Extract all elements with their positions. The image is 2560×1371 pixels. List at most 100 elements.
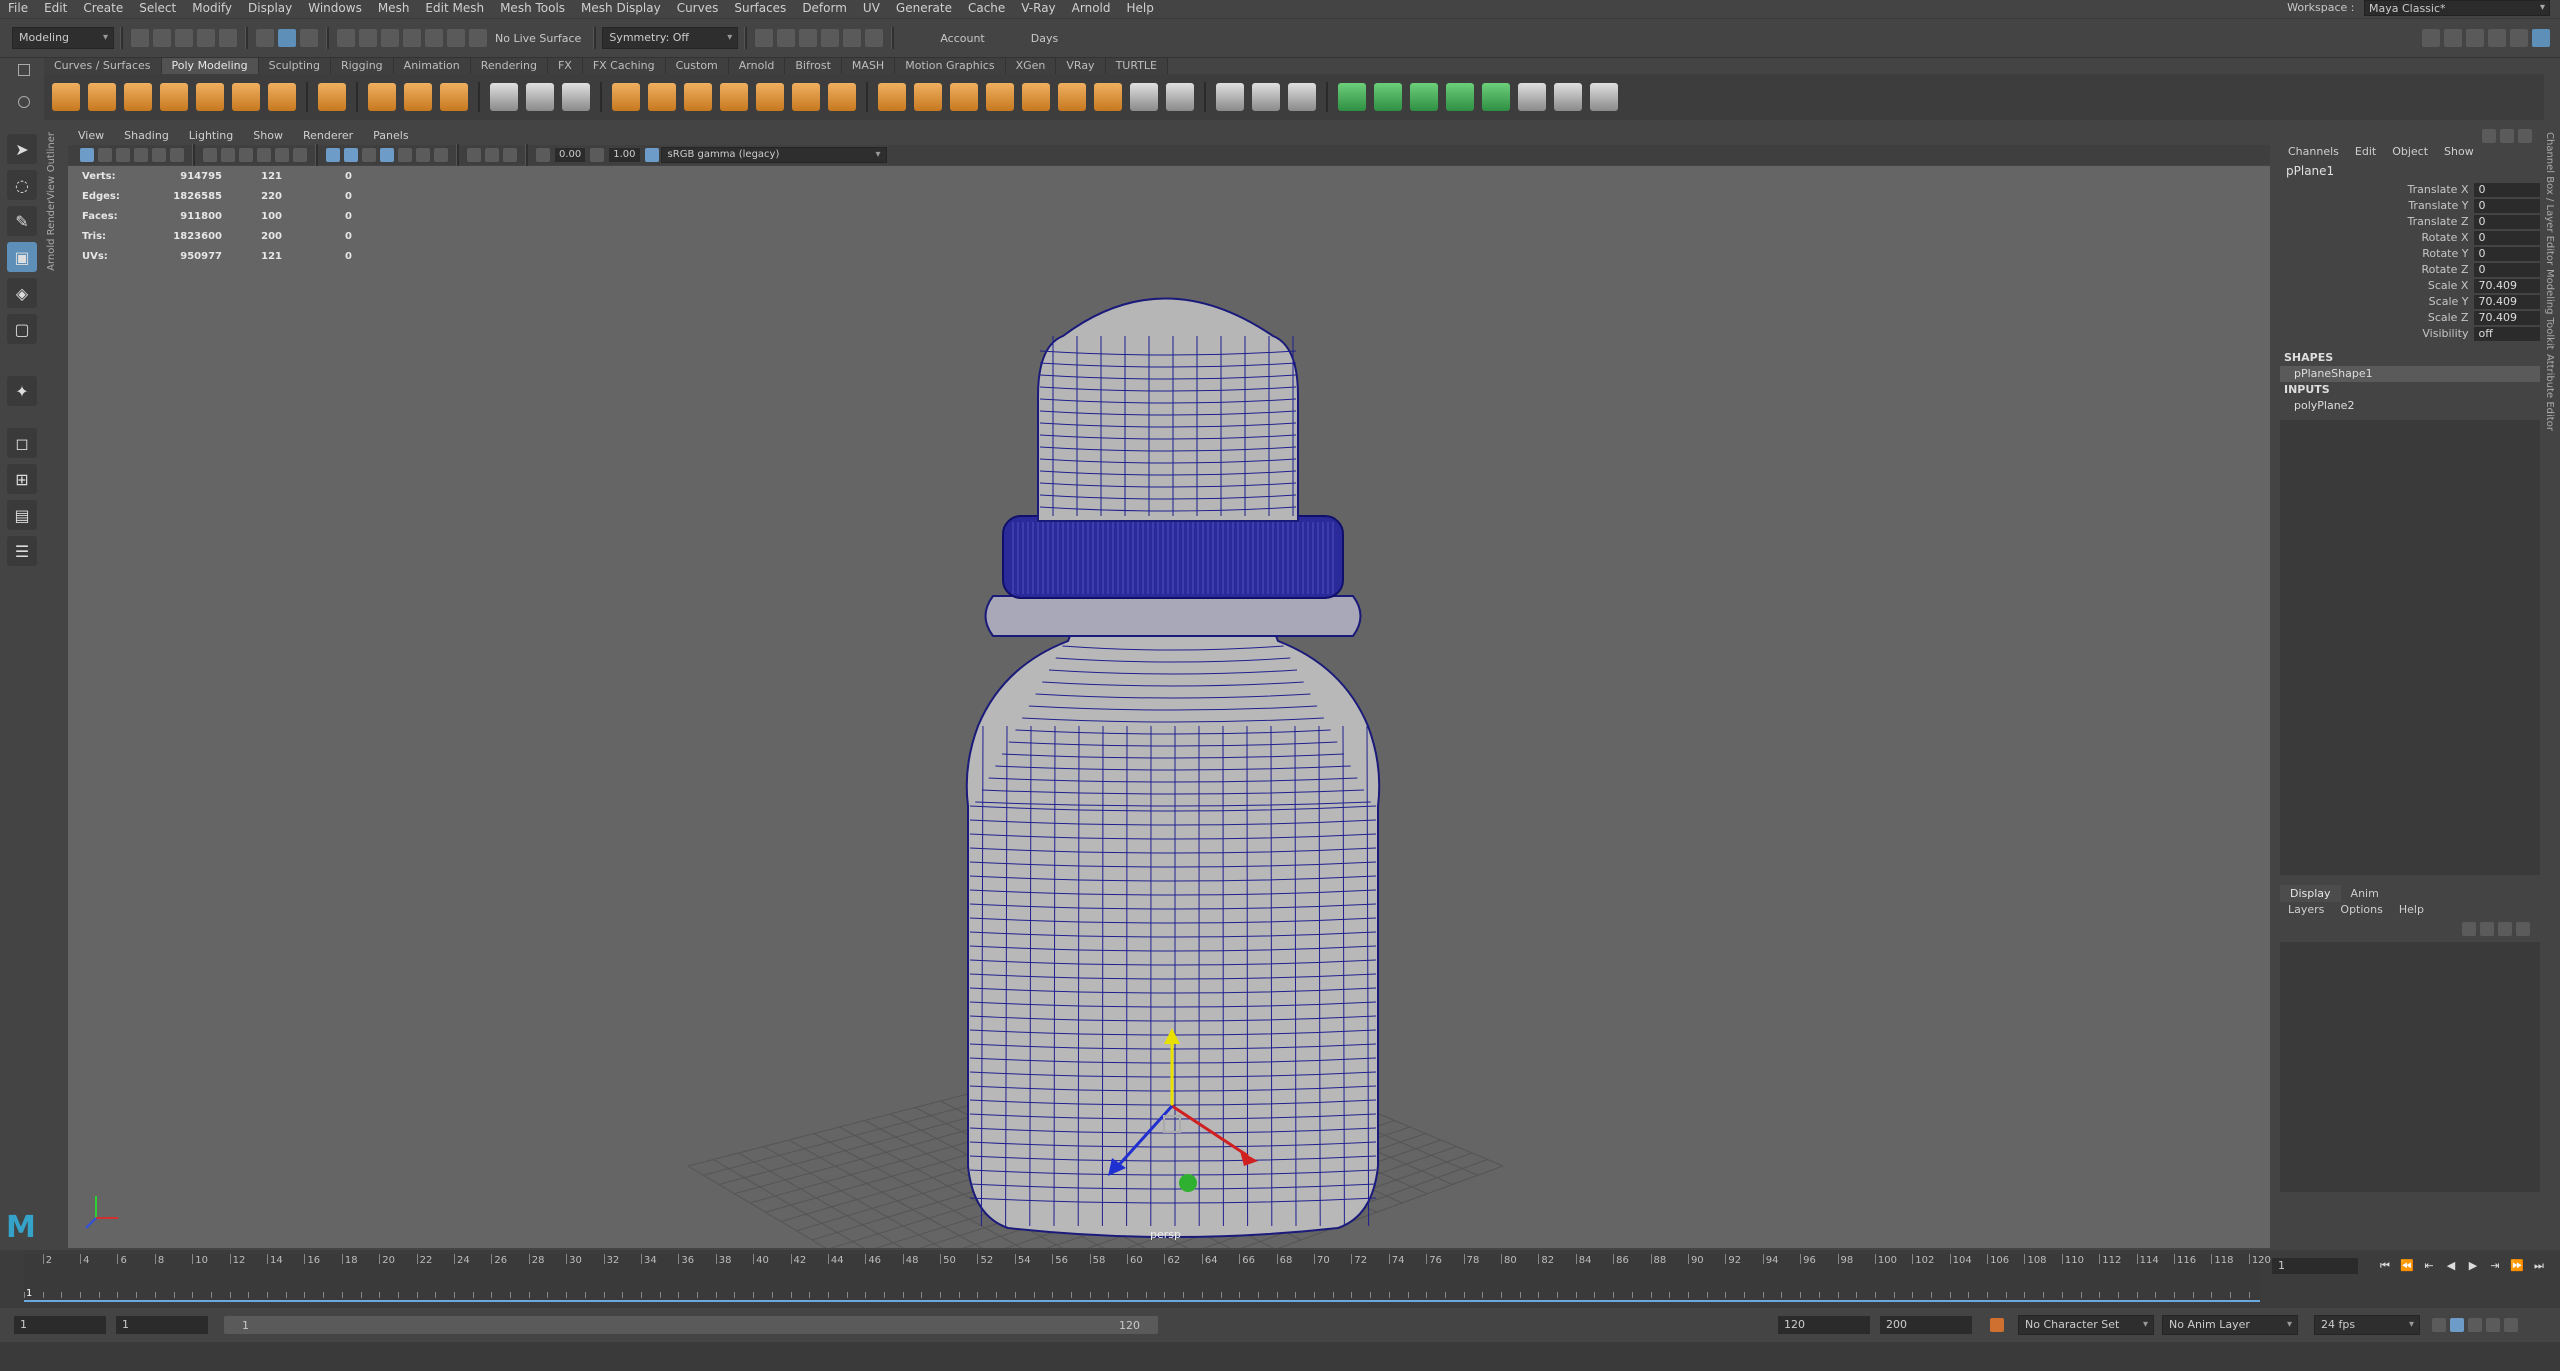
attribute-name[interactable]: Scale Z	[2280, 310, 2474, 326]
exposure-field[interactable]: 0.00	[555, 148, 586, 162]
menu-generate[interactable]: Generate	[888, 0, 960, 16]
rotate-tool-icon[interactable]: ◈	[7, 278, 37, 308]
menu-display[interactable]: Display	[240, 0, 300, 16]
use-all-lights-icon[interactable]	[416, 148, 430, 162]
attribute-name[interactable]: Rotate Z	[2280, 262, 2474, 278]
playback-end-field[interactable]: 120	[1778, 1316, 1870, 1334]
wedge-icon[interactable]	[1058, 83, 1086, 111]
target-weld-icon[interactable]	[1166, 83, 1194, 111]
layout-outliner-icon[interactable]	[2510, 29, 2528, 47]
step-forward-frame-icon[interactable]: ⇥	[2487, 1258, 2503, 1274]
textured-icon[interactable]	[398, 148, 412, 162]
menu-uv[interactable]: UV	[855, 0, 888, 16]
save-scene-icon[interactable]	[175, 29, 193, 47]
shelf-menu-toggle[interactable]	[14, 58, 36, 120]
perspective-viewport[interactable]: Verts: 914795 121 0 Edges: 1826585 220 0 Faces: 9…	[68, 166, 2270, 1248]
select-component-icon[interactable]	[300, 29, 318, 47]
uv-spherical-icon[interactable]	[1410, 83, 1438, 111]
select-object-icon[interactable]	[278, 29, 296, 47]
loop-icon[interactable]	[2432, 1318, 2446, 1332]
scene-start-field[interactable]: 1	[14, 1316, 106, 1334]
attribute-row[interactable]: Scale Z 70.409	[2280, 310, 2540, 326]
playback-prefs-icon[interactable]	[2486, 1318, 2500, 1332]
super-shape-icon[interactable]	[368, 83, 396, 111]
snap-point-icon[interactable]	[381, 29, 399, 47]
field-chart-icon[interactable]	[275, 148, 289, 162]
safe-action-icon[interactable]	[293, 148, 307, 162]
playback-start-field[interactable]: 1	[116, 1316, 208, 1334]
viewport-menu-show[interactable]: Show	[243, 128, 293, 144]
menu-create[interactable]: Create	[75, 0, 131, 16]
time-ruler[interactable]: 2 4 6 8 10 12 14 16 18 20 22 24 26 28 30 32 34 36 38 40 42 44…	[24, 1254, 2271, 1302]
attribute-name[interactable]: Scale X	[2280, 278, 2474, 294]
slide-edge-icon[interactable]	[1288, 83, 1316, 111]
attribute-value[interactable]: 0	[2474, 263, 2540, 277]
symmetry-dropdown[interactable]: Symmetry: Off	[602, 27, 739, 49]
uv-planar-icon[interactable]	[1338, 83, 1366, 111]
reduce-icon[interactable]	[756, 83, 784, 111]
workspace-dropdown[interactable]: Maya Classic*	[2364, 0, 2550, 16]
render-frame-icon[interactable]	[755, 29, 774, 47]
uv-editor-icon[interactable]	[1590, 83, 1618, 111]
menu-windows[interactable]: Windows	[300, 0, 370, 16]
layout-side-icon[interactable]	[2488, 29, 2506, 47]
platonic-solid-icon[interactable]	[318, 83, 346, 111]
attribute-value[interactable]: 0	[2474, 183, 2540, 197]
attribute-value[interactable]: 0	[2474, 215, 2540, 229]
command-line[interactable]	[0, 1342, 2560, 1371]
key-icon[interactable]	[2450, 1318, 2464, 1332]
input-node[interactable]: polyPlane2	[2280, 398, 2540, 414]
new-scene-icon[interactable]	[131, 29, 149, 47]
attribute-name[interactable]: Translate Z	[2280, 214, 2474, 230]
measure-icon[interactable]	[562, 83, 590, 111]
play-forwards-icon[interactable]: ▶	[2465, 1258, 2481, 1274]
channel-box-menu-channels[interactable]: Channels	[2280, 144, 2347, 160]
scale-tool-icon[interactable]: ▣	[7, 242, 37, 272]
menu-arnold[interactable]: Arnold	[1064, 0, 1119, 16]
move-tool-icon[interactable]: ▢	[7, 314, 37, 344]
menu-mesh-tools[interactable]: Mesh Tools	[492, 0, 573, 16]
isolate-select-icon[interactable]	[467, 148, 481, 162]
smooth-shade-icon[interactable]	[344, 148, 358, 162]
mirror-icon[interactable]	[684, 83, 712, 111]
new-empty-layer-icon[interactable]	[2498, 922, 2512, 936]
select-hierarchy-icon[interactable]	[256, 29, 274, 47]
bridge-icon[interactable]	[914, 83, 942, 111]
redo-icon[interactable]	[219, 29, 237, 47]
attribute-row[interactable]: Translate Z0	[2280, 214, 2540, 230]
poly-cube-icon[interactable]	[88, 83, 116, 111]
shelf-tab-animation[interactable]: Animation	[393, 58, 471, 74]
toggle-channel-box-icon[interactable]	[2532, 29, 2550, 47]
svg-icon[interactable]	[440, 83, 468, 111]
grease-pencil-icon[interactable]	[170, 148, 184, 162]
shelf-tab-arnold[interactable]: Arnold	[728, 58, 786, 74]
layer-menu-options[interactable]: Options	[2332, 902, 2390, 918]
poly-cone-icon[interactable]	[160, 83, 188, 111]
poly-cylinder-icon[interactable]	[124, 83, 152, 111]
open-scene-icon[interactable]	[153, 29, 171, 47]
shelf-tab-sculpting[interactable]: Sculpting	[258, 58, 331, 74]
combine-icon[interactable]	[612, 83, 640, 111]
poly-sphere-icon[interactable]	[52, 83, 80, 111]
layer-menu-help[interactable]: Help	[2391, 902, 2432, 918]
view-transform-dropdown[interactable]: sRGB gamma (legacy)	[660, 147, 887, 163]
gamma-icon[interactable]	[590, 148, 605, 162]
retopologize-icon[interactable]	[828, 83, 856, 111]
color-management-icon[interactable]	[644, 148, 659, 162]
shelf-tab-motion-graphics[interactable]: Motion Graphics	[895, 58, 1006, 74]
fill-hole-icon[interactable]	[986, 83, 1014, 111]
poke-icon[interactable]	[1094, 83, 1122, 111]
shelf-tab-mash[interactable]: MASH	[841, 58, 896, 74]
arnold-renderview-tab[interactable]: Arnold RenderView	[46, 176, 57, 271]
step-forward-key-icon[interactable]: ⏩	[2509, 1258, 2525, 1274]
layout-single-icon[interactable]	[2422, 29, 2440, 47]
outliner-layout-icon[interactable]: ☰	[7, 536, 37, 566]
channel-box-menu-object[interactable]: Object	[2384, 144, 2436, 160]
menu-curves[interactable]: Curves	[669, 0, 727, 16]
viewport-menu-panels[interactable]: Panels	[363, 128, 418, 144]
time-slider[interactable]: 2 4 6 8 10 12 14 16 18 20 22 24 26 28 30 32 34 36 38 40 42 44…	[0, 1250, 2560, 1308]
account-label[interactable]: Account	[940, 32, 984, 45]
magnet-icon[interactable]	[469, 29, 487, 47]
hypershade-icon[interactable]	[821, 29, 840, 47]
camera-attributes-icon[interactable]	[98, 148, 112, 162]
